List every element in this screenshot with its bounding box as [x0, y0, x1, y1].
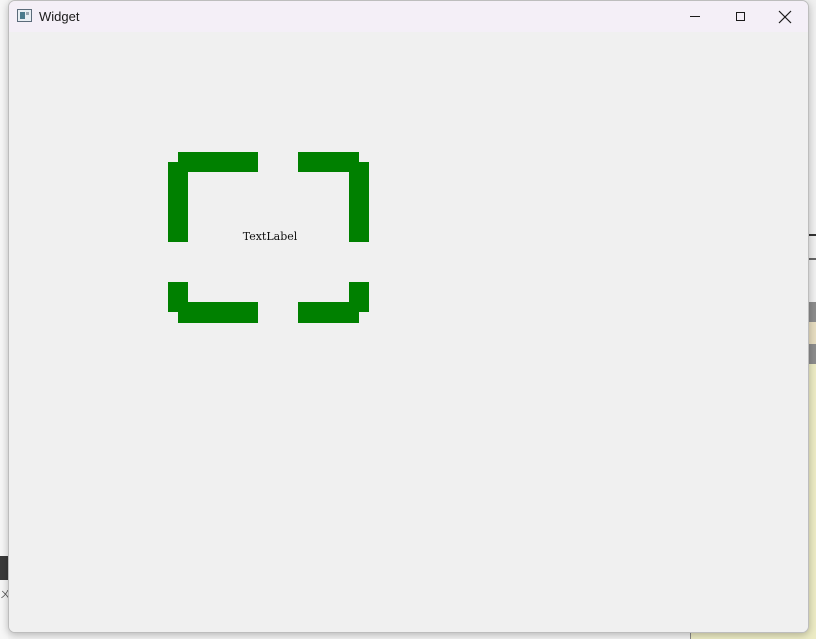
minimize-icon — [690, 16, 700, 17]
background-window-edge — [0, 0, 8, 639]
maximize-icon — [735, 12, 745, 21]
widget-window: Widget TextLabel — [8, 0, 809, 633]
background-row — [808, 322, 816, 344]
maximize-button[interactable] — [717, 1, 763, 32]
background-row — [808, 302, 816, 322]
corner-top-left — [178, 152, 258, 172]
close-button[interactable] — [762, 1, 808, 32]
close-icon — [778, 10, 792, 23]
background-row — [808, 258, 816, 260]
focus-frame: TextLabel — [168, 152, 371, 323]
app-icon — [17, 9, 32, 22]
background-dark-bar — [0, 556, 8, 580]
background-row — [808, 364, 816, 630]
minimize-button[interactable] — [672, 1, 718, 32]
client-area: TextLabel — [9, 32, 808, 632]
corner-top-left — [168, 162, 188, 242]
corner-top-right — [349, 162, 369, 242]
corner-bottom-left — [178, 302, 258, 323]
desktop: ㄨ Widget TextLabel — [0, 0, 816, 639]
background-row — [808, 344, 816, 364]
background-glyph: ㄨ — [0, 590, 8, 600]
window-title: Widget — [39, 9, 80, 24]
text-label: TextLabel — [242, 230, 298, 243]
corner-bottom-right — [298, 302, 359, 323]
title-bar[interactable]: Widget — [9, 1, 808, 32]
background-row — [808, 234, 816, 236]
